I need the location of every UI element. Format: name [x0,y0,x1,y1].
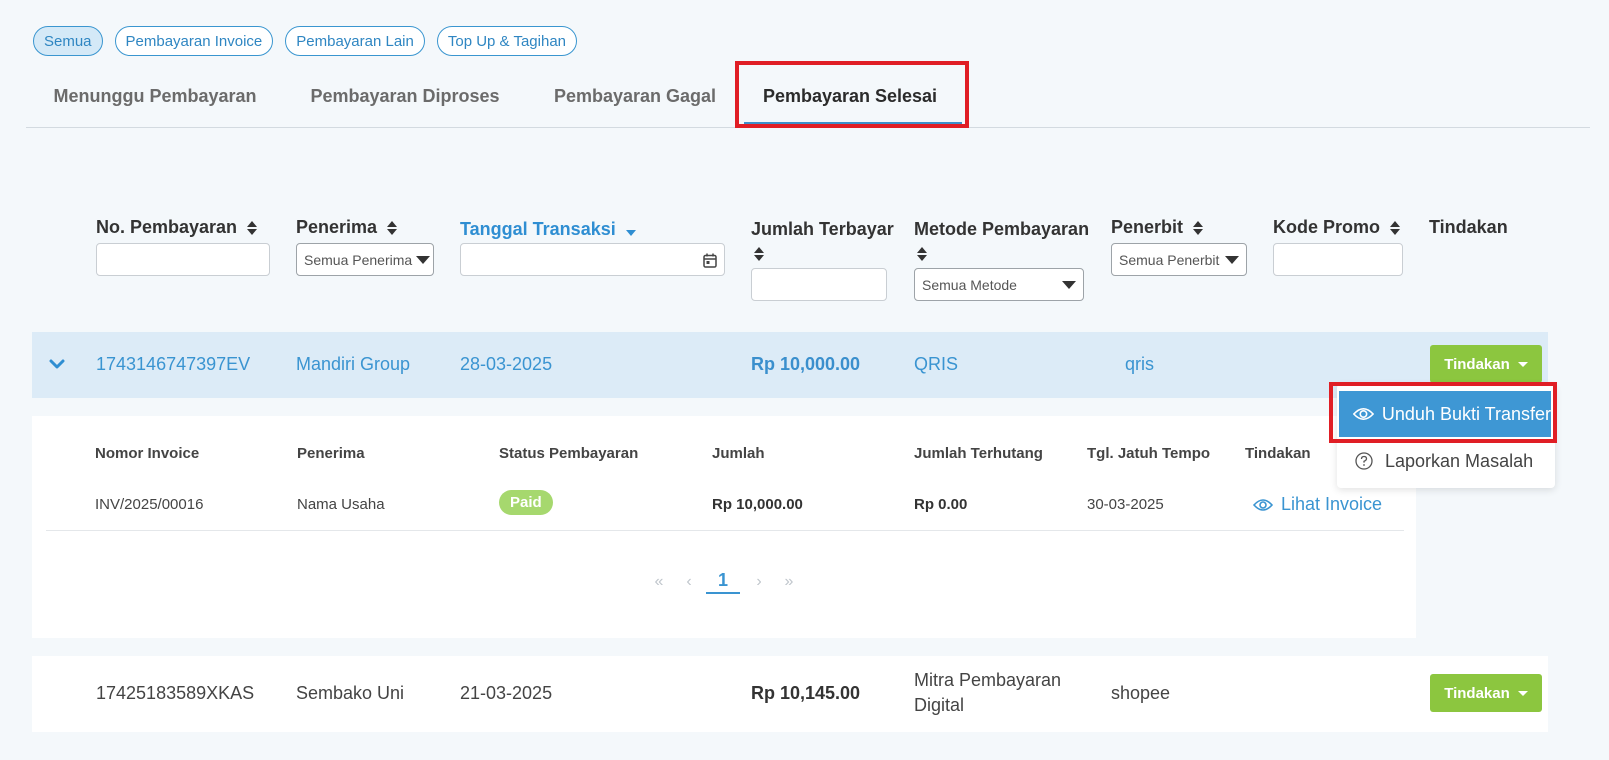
caret-down-icon [1517,361,1528,367]
detail-col-status: Status Pembayaran [499,445,639,462]
tab-menunggu-pembayaran[interactable]: Menunggu Pembayaran [46,64,264,128]
divider [46,530,1404,531]
col-jumlah-terbayar-label: Jumlah Terbayar [751,219,894,239]
detail-jumlah-terhutang: Rp 0.00 [914,496,968,513]
pagination-page-1[interactable]: 1 [706,570,740,594]
detail-col-penerima: Penerima [297,445,365,462]
status-tabs: Menunggu Pembayaran Pembayaran Diproses … [26,64,1590,128]
col-kode-promo-label: Kode Promo [1273,217,1381,237]
cell-no-pembayaran[interactable]: 1743146747397EV [96,354,250,375]
payment-type-filter: Semua Pembayaran Invoice Pembayaran Lain… [33,26,577,56]
menu-item-unduh-bukti-transfer[interactable]: Unduh Bukti Transfer [1339,391,1551,437]
chip-top-up-tagihan[interactable]: Top Up & Tagihan [436,26,577,56]
cell-penerbit: qris [1125,354,1155,374]
penerima-filter-select[interactable]: Semua Penerima [296,243,434,276]
eye-icon [1253,498,1273,511]
detail-col-tindakan: Tindakan [1245,445,1311,462]
table-row[interactable]: 1743146747397EV Mandiri Group 28-03-2025… [32,332,1548,398]
chevron-down-icon [1062,280,1076,289]
menu-item-label: Laporkan Masalah [1385,450,1534,471]
penerima-filter-value: Semua Penerima [304,251,413,268]
pagination-first[interactable]: « [650,573,668,591]
cell-jumlah: Rp 10,145.00 [751,683,861,703]
cell-tanggal: 28-03-2025 [460,354,553,374]
sort-icon [1193,221,1204,236]
tindakan-dropdown-menu: Unduh Bukti Transfer Laporkan Masalah [1337,384,1555,488]
col-tindakan: Tindakan [1429,217,1508,237]
cell-metode: Mitra Pembayaran Digital [914,670,1062,715]
chip-semua[interactable]: Semua [33,26,103,56]
sort-desc-icon [625,230,636,237]
cell-penerima: Sembako Uni [296,683,405,703]
cell-no-pembayaran[interactable]: 17425183589XKAS [96,683,254,704]
cell-jumlah: Rp 10,000.00 [751,354,861,374]
metode-filter-select[interactable]: Semua Metode [914,268,1084,301]
chip-pembayaran-lain[interactable]: Pembayaran Lain [285,26,425,56]
detail-nomor-invoice: INV/2025/00016 [95,496,204,513]
pagination-prev[interactable]: ‹ [682,573,696,591]
lihat-invoice-label: Lihat Invoice [1281,494,1383,514]
col-tanggal-transaksi-label: Tanggal Transaksi [460,219,616,239]
col-penerbit-label: Penerbit [1111,217,1184,237]
col-penerima-label: Penerima [296,217,378,237]
pagination-next[interactable]: › [752,573,766,591]
metode-filter-value: Semua Metode [922,276,1017,293]
invoice-detail-panel: Nomor Invoice Penerima Status Pembayaran… [32,416,1416,638]
tindakan-button[interactable]: Tindakan [1430,345,1542,383]
tindakan-button-label: Tindakan [1444,355,1510,373]
pagination: « ‹ 1 › » [650,570,798,594]
lihat-invoice-link[interactable]: Lihat Invoice [1253,494,1382,515]
detail-col-jumlah: Jumlah [712,445,765,462]
sort-icon [754,247,764,262]
penerbit-filter-select[interactable]: Semua Penerbit [1111,243,1247,276]
question-circle-icon [1355,452,1373,470]
tindakan-button[interactable]: Tindakan [1430,674,1542,712]
pagination-last[interactable]: » [780,573,798,591]
cell-tanggal: 21-03-2025 [460,683,553,703]
col-no-pembayaran-label: No. Pembayaran [96,217,238,237]
detail-col-jumlah-terhutang: Jumlah Terhutang [914,445,1043,462]
tindakan-button-label: Tindakan [1444,684,1510,702]
detail-jumlah: Rp 10,000.00 [712,496,803,513]
penerbit-filter-value: Semua Penerbit [1119,251,1220,268]
sort-icon [387,221,398,236]
detail-col-jatuh-tempo: Tgl. Jatuh Tempo [1087,445,1211,462]
status-badge: Paid [499,490,553,515]
chip-pembayaran-invoice[interactable]: Pembayaran Invoice [114,26,274,56]
chevron-down-icon [416,255,431,264]
no-pembayaran-filter-input[interactable] [96,243,270,276]
detail-col-nomor-invoice: Nomor Invoice [95,445,200,462]
col-no-pembayaran[interactable]: No. Pembayaran [96,217,258,238]
jumlah-terbayar-filter-input[interactable] [751,268,887,301]
eye-icon [1353,407,1374,421]
tanggal-transaksi-filter-input[interactable] [460,243,725,276]
chevron-down-icon [1225,255,1239,264]
detail-jatuh-tempo: 30-03-2025 [1087,496,1164,513]
sort-icon [247,221,258,236]
menu-item-laporkan-masalah[interactable]: Laporkan Masalah [1339,442,1551,480]
cell-penerbit: shopee [1111,683,1171,703]
kode-promo-filter-input[interactable] [1273,243,1403,276]
sort-icon [1390,221,1401,236]
cell-penerima: Mandiri Group [296,354,411,374]
col-jumlah-terbayar[interactable]: Jumlah Terbayar [751,217,901,265]
sort-icon [917,247,927,262]
col-penerbit[interactable]: Penerbit [1111,217,1204,238]
tab-pembayaran-selesai[interactable]: Pembayaran Selesai [734,64,966,128]
detail-penerima: Nama Usaha [297,496,385,513]
col-kode-promo[interactable]: Kode Promo [1273,217,1401,238]
cell-metode: QRIS [914,354,959,374]
col-tanggal-transaksi[interactable]: Tanggal Transaksi [460,219,637,240]
caret-down-icon [1517,690,1528,696]
chevron-down-icon[interactable] [49,359,65,371]
menu-item-label: Unduh Bukti Transfer [1381,403,1551,424]
tab-pembayaran-gagal[interactable]: Pembayaran Gagal [546,64,724,128]
col-penerima[interactable]: Penerima [296,217,398,238]
tab-pembayaran-diproses[interactable]: Pembayaran Diproses [304,64,506,128]
table-row[interactable]: 17425183589XKAS Sembako Uni 21-03-2025 R… [32,656,1548,732]
col-metode-pembayaran-label: Metode Pembayaran [914,219,1090,239]
col-metode-pembayaran[interactable]: Metode Pembayaran [914,217,1094,265]
calendar-icon [703,253,717,268]
